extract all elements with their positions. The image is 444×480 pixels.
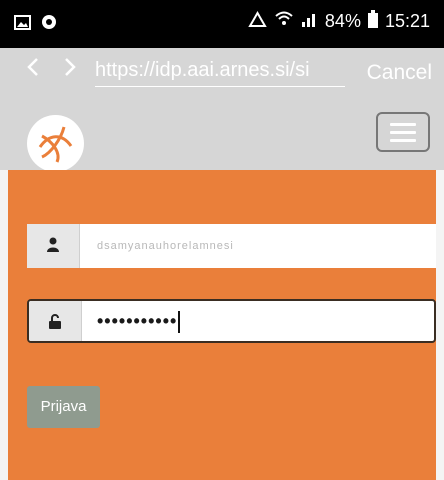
login-button[interactable]: Prijava (27, 386, 100, 428)
status-bar: 84% 15:21 (0, 0, 444, 48)
site-header (0, 92, 444, 172)
arnes-logo-icon[interactable] (27, 115, 84, 172)
forward-chevron-icon[interactable] (55, 54, 85, 84)
wifi-icon (274, 11, 294, 32)
cancel-button[interactable]: Cancel (367, 58, 432, 88)
username-field-group[interactable]: dsamyanauhorelamnesi (27, 224, 436, 268)
signal-icon (301, 11, 318, 32)
hamburger-icon[interactable] (376, 112, 430, 152)
battery-text: 84% (324, 11, 361, 31)
address-bar[interactable]: https://idp.aai.arnes.si/si (95, 56, 345, 87)
password-addon (29, 301, 82, 341)
browser-toolbar: https://idp.aai.arnes.si/si Cancel (0, 48, 444, 92)
clock: 15:21 (384, 11, 430, 31)
password-value: ••••••••••• (97, 311, 178, 331)
text-cursor (178, 311, 181, 334)
battery-icon (367, 10, 378, 33)
username-addon (27, 224, 80, 268)
username-input[interactable]: dsamyanauhorelamnesi (97, 224, 428, 268)
login-form: dsamyanauhorelamnesi ••••••••••• Prijava (8, 170, 436, 480)
notification-icon (41, 14, 57, 35)
image-icon (14, 14, 31, 35)
password-input[interactable]: ••••••••••• (97, 301, 426, 341)
back-chevron-icon[interactable] (18, 54, 48, 84)
password-field-group[interactable]: ••••••••••• (27, 299, 436, 343)
sync-icon (248, 10, 267, 33)
